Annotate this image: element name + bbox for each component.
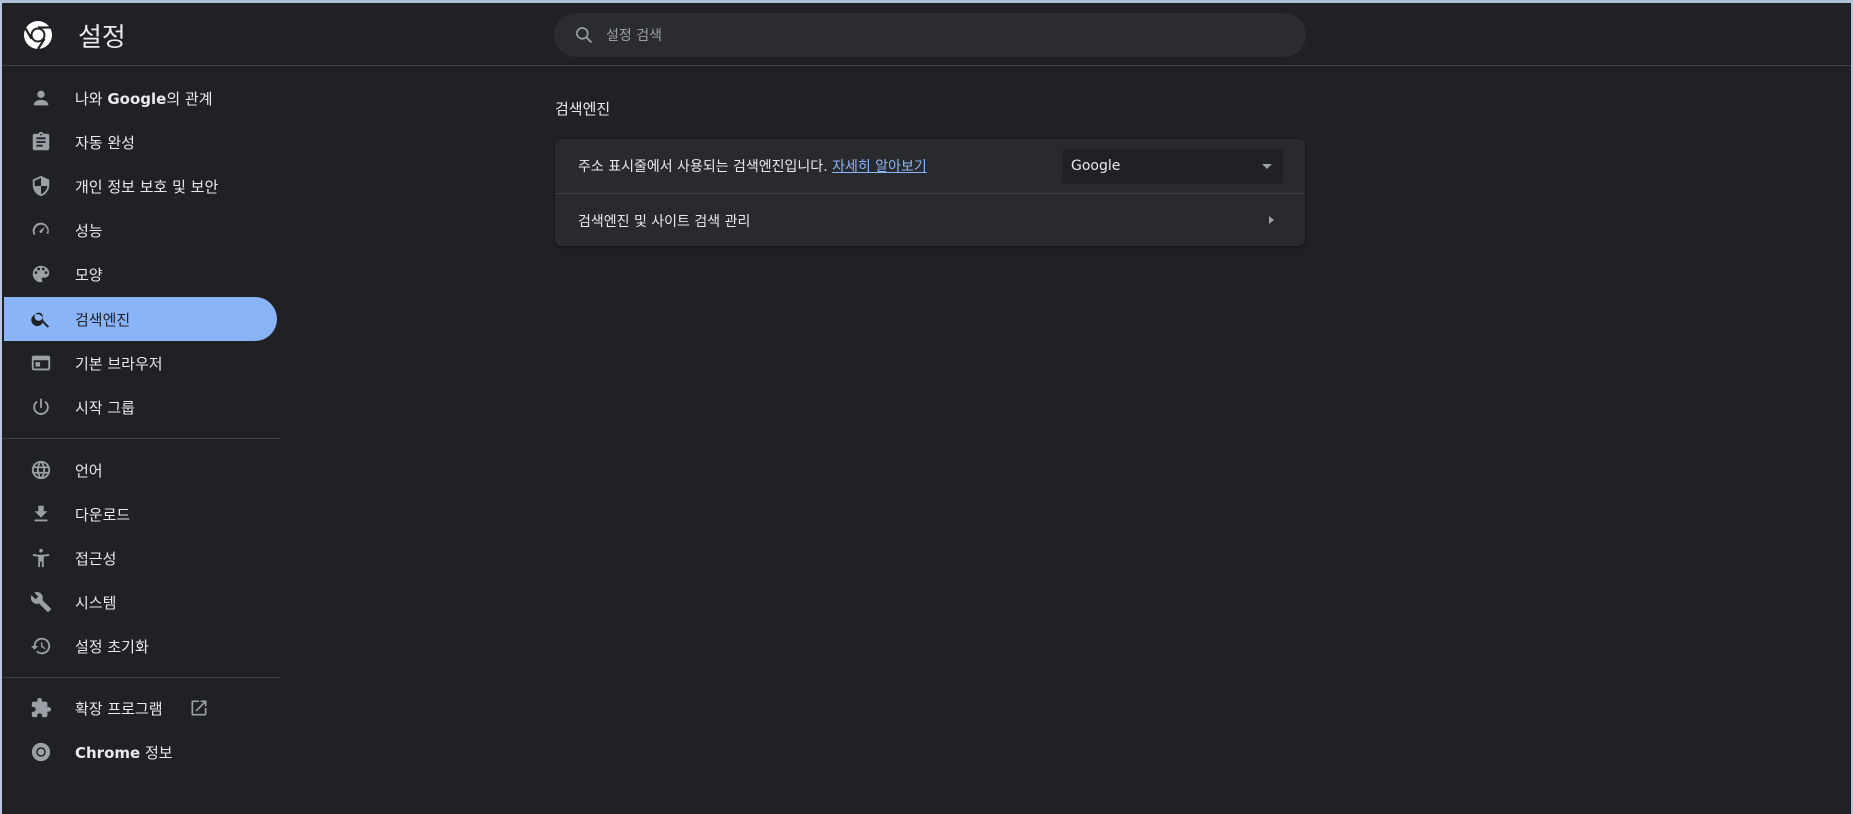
manage-search-engines-label: 검색엔진 및 사이트 검색 관리 xyxy=(578,214,751,230)
sidebar-item-reset-settings[interactable]: 설정 초기화 xyxy=(4,624,277,668)
search-engine-card: 주소 표시줄에서 사용되는 검색엔진입니다. 자세히 알아보기 Google 검… xyxy=(555,139,1305,246)
browser-window-icon xyxy=(30,352,52,374)
settings-search[interactable] xyxy=(554,13,1306,59)
sidebar-item-label: 모양 xyxy=(75,266,103,284)
power-icon xyxy=(30,396,52,418)
sidebar-item-downloads[interactable]: 다운로드 xyxy=(4,492,277,536)
sidebar-item-languages[interactable]: 언어 xyxy=(4,448,277,492)
sidebar-divider xyxy=(2,677,280,678)
search-engine-row: 주소 표시줄에서 사용되는 검색엔진입니다. 자세히 알아보기 Google xyxy=(555,139,1305,194)
globe-icon xyxy=(30,459,52,481)
sidebar-item-label: 기본 브라우저 xyxy=(75,355,163,373)
sidebar-item-accessibility[interactable]: 접근성 xyxy=(4,536,277,580)
sidebar-item-label: 시스템 xyxy=(75,594,117,612)
sidebar-item-label: 성능 xyxy=(75,222,103,240)
restore-icon xyxy=(30,635,52,657)
search-engine-select[interactable]: Google xyxy=(1062,149,1283,184)
sidebar-item-performance[interactable]: 성능 xyxy=(4,208,277,252)
accessibility-icon xyxy=(30,547,52,569)
speedometer-icon xyxy=(30,219,52,241)
sidebar-item-about-chrome[interactable]: Chrome 정보 xyxy=(4,730,277,774)
page-title: 설정 xyxy=(78,23,126,53)
search-engine-selected-value: Google xyxy=(1071,158,1121,174)
sidebar-item-appearance[interactable]: 모양 xyxy=(4,252,277,296)
puzzle-icon xyxy=(30,697,52,719)
shield-icon xyxy=(30,175,52,197)
chrome-logo-icon xyxy=(24,21,52,50)
search-input[interactable] xyxy=(604,13,1288,59)
person-icon xyxy=(30,87,52,109)
search-icon xyxy=(576,27,593,44)
sidebar-item-label: 개인 정보 보호 및 보안 xyxy=(75,178,219,196)
sidebar-item-autofill[interactable]: 자동 완성 xyxy=(4,120,277,164)
sidebar-item-extensions[interactable]: 확장 프로그램 xyxy=(4,686,277,730)
sidebar-item-search-engine[interactable]: 검색엔진 xyxy=(4,297,277,341)
sidebar-item-label: 확장 프로그램 xyxy=(75,700,163,718)
sidebar-item-label: 자동 완성 xyxy=(75,134,135,152)
sidebar-item-system[interactable]: 시스템 xyxy=(4,580,277,624)
sidebar-divider xyxy=(2,438,280,439)
sidebar-item-label: 접근성 xyxy=(75,550,117,568)
sidebar-item-label: 시작 그룹 xyxy=(75,399,135,417)
manage-search-engines-row[interactable]: 검색엔진 및 사이트 검색 관리 xyxy=(555,194,1305,246)
download-icon xyxy=(30,503,52,525)
learn-more-link[interactable]: 자세히 알아보기 xyxy=(832,159,927,175)
sidebar-item-you-and-google[interactable]: 나와 Google의 관계 xyxy=(4,76,277,120)
search-icon xyxy=(30,308,52,330)
sidebar: 나와 Google의 관계 자동 완성 개인 정보 보호 및 보안 성능 모양 xyxy=(2,65,282,814)
sidebar-item-on-startup[interactable]: 시작 그룹 xyxy=(4,385,277,429)
palette-icon xyxy=(30,263,52,285)
sidebar-item-label: 검색엔진 xyxy=(75,311,131,329)
header: 설정 xyxy=(2,3,1851,66)
sidebar-item-privacy[interactable]: 개인 정보 보호 및 보안 xyxy=(4,164,277,208)
sidebar-item-default-browser[interactable]: 기본 브라우저 xyxy=(4,341,277,385)
chevron-right-icon xyxy=(1269,216,1274,224)
settings-window: 설정 나와 Google의 관계 자동 완성 개인 정보 xyxy=(0,0,1853,814)
sidebar-item-label: Chrome 정보 xyxy=(75,744,173,762)
wrench-icon xyxy=(30,591,52,613)
dropdown-arrow-icon xyxy=(1262,164,1272,169)
clipboard-icon xyxy=(30,131,52,153)
sidebar-item-label: 다운로드 xyxy=(75,506,131,524)
chrome-icon xyxy=(30,741,52,763)
sidebar-item-label: 설정 초기화 xyxy=(75,638,149,656)
sidebar-item-label: 나와 Google의 관계 xyxy=(75,90,213,108)
section-title: 검색엔진 xyxy=(555,100,611,118)
sidebar-item-label: 언어 xyxy=(75,462,103,480)
open-in-new-icon xyxy=(189,698,209,718)
search-engine-description: 주소 표시줄에서 사용되는 검색엔진입니다. 자세히 알아보기 xyxy=(578,159,927,175)
